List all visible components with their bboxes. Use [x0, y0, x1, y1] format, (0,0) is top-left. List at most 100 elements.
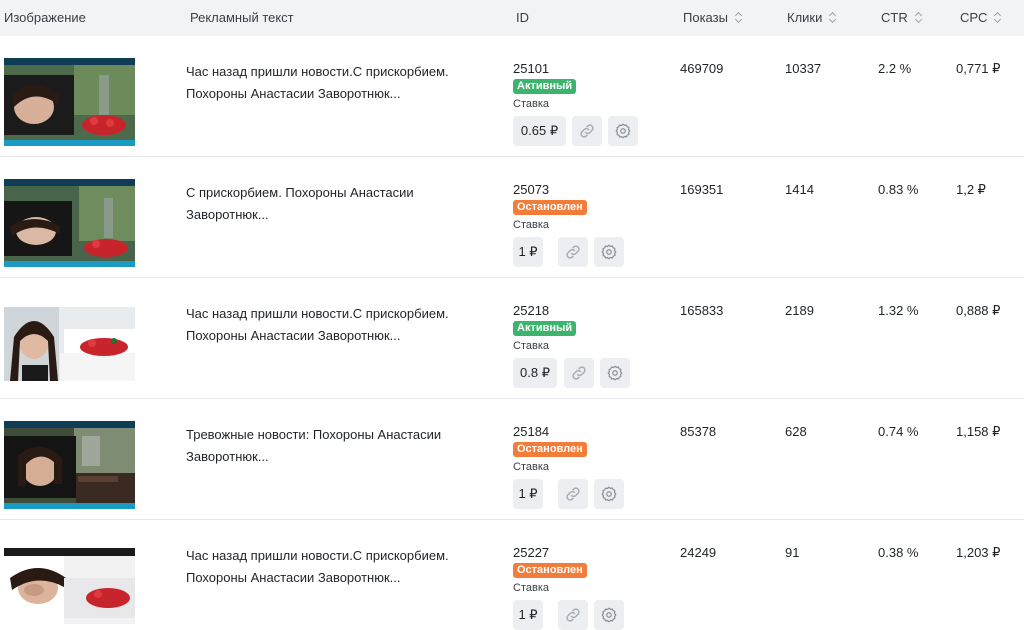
ad-text: Час назад пришли новости.С прискорбием. … — [186, 545, 486, 589]
ad-image[interactable] — [4, 179, 135, 267]
impressions-value: 469709 — [680, 61, 724, 76]
link-icon — [572, 366, 586, 380]
ad-text-line: Час назад пришли новости.С прискорбием. — [186, 64, 449, 79]
impressions-value: 165833 — [680, 303, 724, 318]
bid-button[interactable]: 0.65 ₽ — [513, 116, 566, 146]
column-header-impressions[interactable]: Показы — [683, 10, 742, 25]
thumbnail-top-bar — [4, 421, 135, 428]
gear-icon — [607, 365, 623, 381]
gear-icon — [601, 607, 617, 623]
status-badge: Активный — [513, 321, 577, 336]
cpc-value: 1,158 ₽ — [956, 424, 1001, 439]
link-button[interactable] — [558, 479, 588, 509]
link-icon — [566, 487, 580, 501]
clicks-value: 2189 — [785, 303, 814, 318]
sort-icon[interactable] — [735, 12, 742, 23]
ctr-value: 0.74 % — [878, 424, 919, 439]
ctr-value: 0.83 % — [878, 182, 919, 197]
ad-text-line: Заворотнюк... — [186, 207, 269, 222]
table-row: Час назад пришли новости.С прискорбием. … — [0, 36, 1024, 157]
status-badge: Активный — [513, 79, 577, 94]
link-button[interactable] — [558, 600, 588, 630]
status-badge: Остановлен — [513, 200, 587, 215]
ad-text-line: Похороны Анастасии Заворотнюк... — [186, 86, 401, 101]
cpc-value: 0,771 ₽ — [956, 61, 1001, 76]
sort-icon[interactable] — [915, 12, 922, 23]
link-button[interactable] — [564, 358, 594, 388]
ad-id: 25184 — [513, 424, 550, 439]
bid-button[interactable]: 1 ₽ — [513, 600, 543, 630]
ad-id: 25073 — [513, 182, 550, 197]
settings-button[interactable] — [608, 116, 638, 146]
bid-button[interactable]: 0.8 ₽ — [513, 358, 557, 388]
cpc-value: 1,203 ₽ — [956, 545, 1001, 560]
column-header-image: Изображение — [4, 10, 86, 25]
clicks-value: 1414 — [785, 182, 814, 197]
settings-button[interactable] — [600, 358, 630, 388]
ad-thumbnail-scene — [4, 307, 135, 381]
ctr-value: 2.2 % — [878, 61, 912, 76]
ad-text: С прискорбием. Похороны Анастасии Заворо… — [186, 182, 486, 226]
bid-button[interactable]: 1 ₽ — [513, 237, 543, 267]
ad-text-line: Похороны Анастасии Заворотнюк... — [186, 328, 401, 343]
ad-image[interactable] — [4, 548, 135, 624]
table-row: Тревожные новости: Похороны Анастасии За… — [0, 399, 1024, 520]
thumbnail-bottom-bar — [4, 503, 135, 509]
ad-text-line: Час назад пришли новости.С прискорбием. — [186, 306, 449, 321]
link-button[interactable] — [572, 116, 602, 146]
column-header-ad-text: Рекламный текст — [190, 10, 294, 25]
ad-text: Тревожные новости: Похороны Анастасии За… — [186, 424, 486, 468]
column-header-cpc[interactable]: CPC — [960, 10, 1001, 25]
clicks-value: 628 — [785, 424, 807, 439]
ad-text-line: С прискорбием. Похороны Анастасии — [186, 185, 414, 200]
impressions-value: 85378 — [680, 424, 717, 439]
table-row: С прискорбием. Похороны Анастасии Заворо… — [0, 157, 1024, 278]
settings-button[interactable] — [594, 600, 624, 630]
table-header: Изображение Рекламный текст ID Показы Кл… — [0, 0, 1024, 36]
ad-image[interactable] — [4, 58, 135, 146]
ad-thumbnail-scene — [4, 186, 135, 261]
status-badge: Остановлен — [513, 442, 587, 457]
ad-text-line: Тревожные новости: Похороны Анастасии — [186, 427, 442, 442]
impressions-value: 169351 — [680, 182, 724, 197]
link-button[interactable] — [558, 237, 588, 267]
sort-icon[interactable] — [994, 12, 1001, 23]
ad-id: 25218 — [513, 303, 550, 318]
ad-text-line: Заворотнюк... — [186, 449, 269, 464]
table-row: Час назад пришли новости.С прискорбием. … — [0, 520, 1024, 630]
column-header-ctr[interactable]: CTR — [881, 10, 922, 25]
ad-text: Час назад пришли новости.С прискорбием. … — [186, 303, 486, 347]
bid-label: Ставка — [513, 340, 549, 352]
table-row: Час назад пришли новости.С прискорбием. … — [0, 278, 1024, 399]
settings-button[interactable] — [594, 237, 624, 267]
ctr-value: 0.38 % — [878, 545, 919, 560]
bid-label: Ставка — [513, 461, 549, 473]
ad-image[interactable] — [4, 307, 135, 381]
link-icon — [566, 245, 580, 259]
cpc-value: 0,888 ₽ — [956, 303, 1001, 318]
gear-icon — [601, 244, 617, 260]
link-icon — [566, 608, 580, 622]
settings-button[interactable] — [594, 479, 624, 509]
bid-label: Ставка — [513, 219, 549, 231]
thumbnail-top-bar — [4, 179, 135, 186]
ad-image[interactable] — [4, 421, 135, 509]
sort-icon[interactable] — [829, 12, 836, 23]
ad-text-line: Похороны Анастасии Заворотнюк... — [186, 570, 401, 585]
ad-thumbnail-scene — [4, 548, 135, 624]
bid-button[interactable]: 1 ₽ — [513, 479, 543, 509]
clicks-value: 10337 — [785, 61, 822, 76]
column-header-clicks[interactable]: Клики — [787, 10, 836, 25]
ad-thumbnail-scene — [4, 65, 135, 140]
link-icon — [580, 124, 594, 138]
ad-text-line: Час назад пришли новости.С прискорбием. — [186, 548, 449, 563]
impressions-value: 24249 — [680, 545, 717, 560]
clicks-value: 91 — [785, 545, 800, 560]
ad-thumbnail-scene — [4, 428, 135, 503]
thumbnail-bottom-bar — [4, 261, 135, 267]
status-badge: Остановлен — [513, 563, 587, 578]
cpc-value: 1,2 ₽ — [956, 182, 986, 197]
gear-icon — [615, 123, 631, 139]
ctr-value: 1.32 % — [878, 303, 919, 318]
gear-icon — [601, 486, 617, 502]
